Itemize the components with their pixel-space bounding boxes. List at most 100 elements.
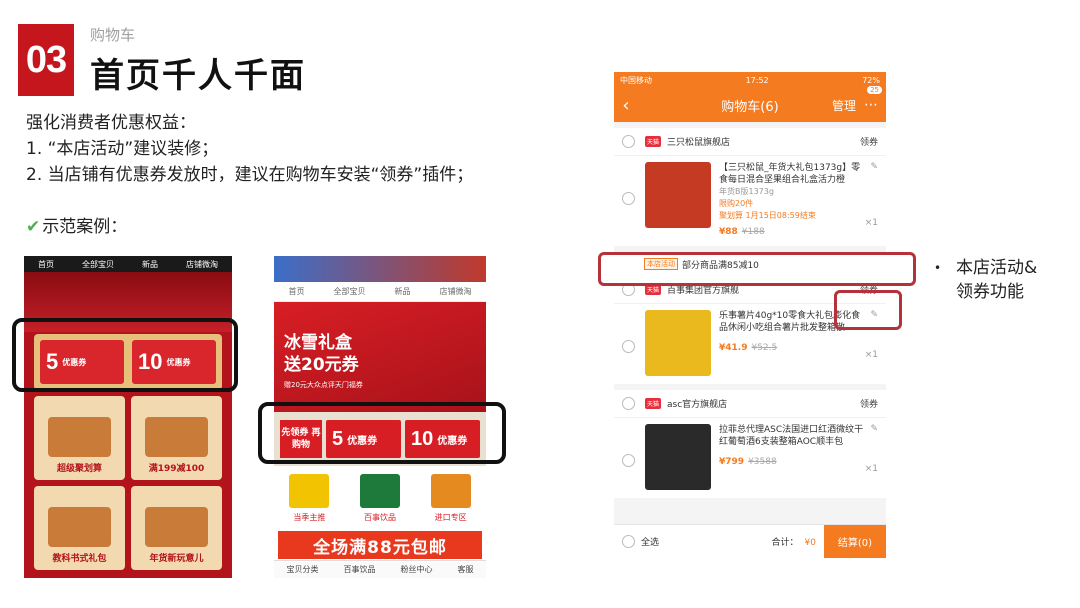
checkout-button[interactable]: 结算(0) (824, 525, 886, 558)
nav-item[interactable]: 首页 (289, 286, 305, 297)
product-image[interactable] (645, 310, 711, 376)
clock: 17:52 (745, 75, 769, 85)
callout-legend: • 本店活动& 领券功能 (934, 256, 1038, 304)
shop-select-radio[interactable] (622, 397, 635, 410)
get-coupon-button[interactable]: 领券 (860, 397, 878, 410)
item-qty: ×1 (864, 218, 878, 228)
cart-item: 拉菲总代理ASC法国进口红酒微纹干红葡萄酒6支装整箱AOC顺丰包 ¥799 ¥35… (614, 418, 886, 498)
cart-item: 【三只松鼠_年货大礼包1373g】零食每日混合坚果组合礼盒活力橙 年货B版137… (614, 156, 886, 246)
product-image[interactable] (645, 424, 711, 490)
edit-icon[interactable]: ✎ (864, 424, 878, 434)
phone-screenshot-1: 首页 全部宝贝 新品 店铺微淘 5 优惠券 10 优惠券 超级聚划算 满199减10… (24, 256, 232, 578)
carrier: 中国移动 (620, 75, 652, 85)
category-item[interactable]: 进口专区 (423, 474, 479, 523)
item-side: ✎ ×1 (864, 162, 878, 228)
item-sku[interactable]: 年货B版1373g (719, 186, 864, 198)
intro-text: 强化消费者优惠权益： 1. “本店活动”建议装修； 2. 当店铺有优惠券发放时，… (26, 110, 473, 188)
product-tile[interactable]: 教科书式礼包 (34, 486, 125, 570)
product-tile[interactable]: 年货新玩意儿 (131, 486, 222, 570)
free-shipping-banner[interactable]: 全场满88元包邮 (278, 531, 482, 559)
tile-caption: 超级聚划算 (56, 464, 102, 474)
intro-line: 强化消费者优惠权益： (26, 113, 196, 133)
item-info: 【三只松鼠_年货大礼包1373g】零食每日混合坚果组合礼盒活力橙 年货B版137… (719, 162, 864, 238)
bottom-nav-item[interactable]: 客服 (458, 564, 474, 575)
legend-line: 领券功能 (956, 282, 1024, 302)
hero-line: 送20元券 (284, 355, 359, 375)
nav-item[interactable]: 全部宝贝 (82, 259, 114, 270)
coupon-highlight-frame (834, 290, 902, 330)
intro-line: 2. 当店铺有优惠券发放时，建议在购物车安装“领券”插件； (26, 165, 474, 185)
original-price: ¥188 (741, 227, 765, 237)
tmall-icon: 天猫 (645, 136, 662, 147)
item-price: ¥41.9 ¥52.5 (719, 342, 864, 354)
legend-line: 本店活动& (956, 258, 1038, 278)
hero-line: 冰雪礼盒 (284, 333, 352, 353)
total-value: ¥0 (804, 538, 816, 548)
product-image[interactable] (645, 162, 711, 228)
category-label: 百事饮品 (363, 513, 396, 522)
example-heading: ✔ 示范案例： (26, 212, 127, 237)
product-image (47, 507, 112, 547)
original-price: ¥52.5 (751, 343, 778, 353)
item-price: ¥799 ¥3588 (719, 456, 864, 468)
shop-select-radio[interactable] (622, 135, 635, 148)
bottom-nav-item[interactable]: 粉丝中心 (401, 564, 433, 575)
original-price: ¥3588 (748, 457, 777, 467)
bullet-icon: • (934, 261, 942, 275)
price-value: ¥41.9 (719, 343, 748, 353)
bottom-nav-item[interactable]: 百事饮品 (344, 564, 376, 575)
edit-icon[interactable]: ✎ (864, 162, 878, 172)
bottom-nav-item[interactable]: 宝贝分类 (287, 564, 319, 575)
shop-header: 天猫 asc官方旗舰店 领券 (614, 390, 886, 418)
nav-item[interactable]: 全部宝贝 (334, 286, 366, 297)
tmall-icon: 天猫 (645, 398, 662, 409)
section-number-badge: 03 (18, 24, 74, 96)
cart-footer: 全选 合计： ¥0 结算(0) (614, 524, 886, 558)
select-all-radio[interactable] (622, 535, 635, 548)
total-label: 合计： (771, 538, 799, 548)
section-subtitle: 购物车 (90, 26, 136, 44)
shop-nav: 首页 全部宝贝 新品 店铺微淘 (274, 282, 486, 302)
item-title[interactable]: 拉菲总代理ASC法国进口红酒微纹干红葡萄酒6支装整箱AOC顺丰包 (719, 424, 864, 448)
item-qty: ×1 (864, 464, 878, 474)
item-side: ✎ ×1 (864, 424, 878, 474)
check-icon: ✔ (26, 217, 41, 237)
category-row: 当季主推 百事饮品 进口专区 (274, 466, 486, 527)
hero-banner[interactable]: 冰雪礼盒 送20元券 赠20元大众点评天门福券 (274, 302, 486, 412)
intro-line: 1. “本店活动”建议装修； (26, 139, 219, 159)
nav-item[interactable]: 首页 (38, 259, 54, 270)
shop-header (274, 256, 486, 282)
product-image (47, 417, 112, 457)
item-price: ¥88 ¥188 (719, 226, 864, 238)
item-select-radio[interactable] (622, 192, 635, 205)
shop-name[interactable]: 三只松鼠旗舰店 (667, 135, 860, 148)
select-all-label[interactable]: 全选 (641, 535, 659, 548)
item-select-radio[interactable] (622, 340, 635, 353)
item-qty: ×1 (864, 350, 878, 360)
category-item[interactable]: 当季主推 (281, 474, 337, 523)
product-tile[interactable]: 超级聚划算 (34, 396, 125, 480)
cart-shop: 天猫 asc官方旗舰店 领券 拉菲总代理ASC法国进口红酒微纹干红葡萄酒6支装整… (614, 390, 886, 498)
item-select-radio[interactable] (622, 454, 635, 467)
activity-highlight-frame (598, 252, 916, 286)
shop-nav: 首页 全部宝贝 新品 店铺微淘 (24, 256, 232, 272)
nav-item[interactable]: 新品 (142, 259, 158, 270)
bottom-nav: 宝贝分类 百事饮品 粉丝中心 客服 (274, 560, 486, 578)
get-coupon-button[interactable]: 领券 (860, 135, 878, 148)
nav-item[interactable]: 店铺微淘 (440, 286, 472, 297)
message-count-badge: 25 (867, 86, 882, 94)
price-value: ¥88 (719, 227, 738, 237)
shop-name[interactable]: asc官方旗舰店 (667, 397, 860, 410)
manage-button[interactable]: 管理 (832, 97, 856, 114)
slide-title: 首页千人千面 (90, 56, 306, 96)
category-item[interactable]: 百事饮品 (352, 474, 408, 523)
nav-item[interactable]: 店铺微淘 (186, 259, 218, 270)
tile-caption: 年货新玩意儿 (149, 554, 204, 564)
product-grid: 超级聚划算 满199减100 教科书式礼包 年货新玩意儿 (34, 396, 222, 570)
item-info: 拉菲总代理ASC法国进口红酒微纹干红葡萄酒6支装整箱AOC顺丰包 ¥799 ¥35… (719, 424, 864, 468)
nav-item[interactable]: 新品 (395, 286, 411, 297)
product-image (144, 417, 209, 457)
product-tile[interactable]: 满199减100 (131, 396, 222, 480)
more-icon[interactable]: ⋯ (864, 97, 878, 113)
item-title[interactable]: 【三只松鼠_年货大礼包1373g】零食每日混合坚果组合礼盒活力橙 (719, 162, 864, 186)
